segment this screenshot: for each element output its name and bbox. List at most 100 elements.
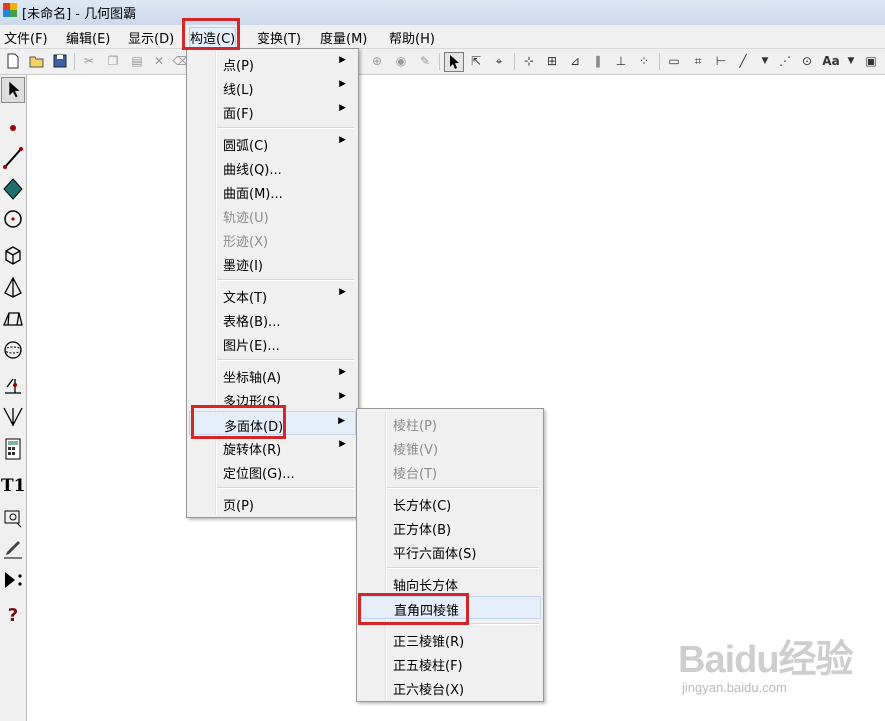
menu-bar: 文件(F) 编辑(E) 显示(D) 构造(C) 变换(T) 度量(M) 帮助(H… xyxy=(0,25,885,49)
menu-item-ink[interactable]: 墨迹(I) xyxy=(189,252,356,274)
construct-menu: 点(P) ▶ 线(L) ▶ 面(F) ▶ 圆弧(C) ▶ 曲线(Q)... 曲面(M).… xyxy=(186,48,359,518)
calculator-tool-icon[interactable] xyxy=(1,436,25,462)
submenu-item-pyramid[interactable]: 棱锥(V) xyxy=(359,436,541,458)
color-icon[interactable]: ▣ xyxy=(862,52,880,70)
menu-item-line[interactable]: 线(L) ▶ xyxy=(189,76,356,98)
intersection-icon[interactable]: ⊞ xyxy=(543,52,561,70)
picture-tool-icon[interactable] xyxy=(1,505,25,531)
animation-tool-icon[interactable] xyxy=(1,567,25,593)
menu-item-curve[interactable]: 曲线(Q)... xyxy=(189,156,356,178)
cube-tool-icon[interactable] xyxy=(1,243,25,269)
submenu-item-parallelepiped[interactable]: 平行六面体(S) xyxy=(359,540,541,562)
submenu-arrow-icon: ▶ xyxy=(339,135,346,145)
hide-icon[interactable]: ⌗ xyxy=(689,52,707,70)
submenu-item-axial-cuboid[interactable]: 轴向长方体 xyxy=(359,572,541,594)
submenu-arrow-icon: ▶ xyxy=(339,287,346,297)
menu-file[interactable]: 文件(F) xyxy=(4,28,48,47)
title-bar: [未命名] - 几何图霸 xyxy=(0,0,885,25)
submenu-item-regular-triangular-pyramid[interactable]: 正三棱锥(R) xyxy=(359,628,541,650)
menu-transform[interactable]: 变换(T) xyxy=(257,28,301,47)
animate-icon[interactable]: ◉ xyxy=(392,52,410,70)
tool-palette: T1 ? xyxy=(0,75,27,721)
menu-item-table[interactable]: 表格(B)... xyxy=(189,308,356,330)
submenu-arrow-icon: ▶ xyxy=(339,439,346,449)
menu-item-trace[interactable]: 形迹(X) xyxy=(189,228,356,250)
menu-item-arc[interactable]: 圆弧(C) ▶ xyxy=(189,132,356,154)
menu-item-picture[interactable]: 图片(E)... xyxy=(189,332,356,354)
menu-item-positioning-map[interactable]: 定位图(G)... xyxy=(189,460,356,482)
menu-item-solid-of-revolution[interactable]: 旋转体(R) ▶ xyxy=(189,436,356,458)
polygon-tool-icon[interactable] xyxy=(1,176,25,202)
pen-tool-icon[interactable] xyxy=(1,535,25,561)
delete-icon[interactable]: ✕ xyxy=(150,52,168,70)
submenu-arrow-icon: ▶ xyxy=(339,391,346,401)
label-icon[interactable]: ▭ xyxy=(665,52,683,70)
point-tool-icon[interactable] xyxy=(1,115,25,141)
watermark-brand: Baidu经验 xyxy=(678,639,854,681)
submenu-arrow-icon: ▶ xyxy=(339,367,346,377)
menu-item-curved-surface[interactable]: 曲面(M)... xyxy=(189,180,356,202)
watermark-url: jingyan.baidu.com xyxy=(682,680,787,695)
submenu-item-cuboid[interactable]: 长方体(C) xyxy=(359,492,541,514)
select-box-icon[interactable]: ⌖ xyxy=(490,52,508,70)
menu-edit[interactable]: 编辑(E) xyxy=(66,28,110,47)
select-arrow-icon[interactable] xyxy=(444,52,464,72)
help-tool[interactable]: ? xyxy=(1,603,25,629)
line-style-icon[interactable]: ╱ xyxy=(734,52,752,70)
menu-item-page[interactable]: 页(P) xyxy=(189,492,356,514)
highlight-frame-construct-menu xyxy=(182,18,240,50)
submenu-item-regular-hexagonal-frustum[interactable]: 正六棱台(X) xyxy=(359,676,541,698)
point-style-icon[interactable]: ⊙ xyxy=(798,52,816,70)
point-on-object-icon[interactable]: ⊹ xyxy=(520,52,538,70)
arrow-tool-icon[interactable] xyxy=(1,77,25,103)
pen-icon[interactable]: ✎ xyxy=(416,52,434,70)
perpendicular-icon[interactable]: ⊥ xyxy=(612,52,630,70)
grid-points-icon[interactable]: ⁘ xyxy=(635,52,653,70)
submenu-item-cube[interactable]: 正方体(B) xyxy=(359,516,541,538)
parallel-icon[interactable]: ∥ xyxy=(589,52,607,70)
highlight-frame-polyhedron-item xyxy=(191,405,286,439)
menu-item-text[interactable]: 文本(T) ▶ xyxy=(189,284,356,306)
menu-display[interactable]: 显示(D) xyxy=(128,28,174,47)
menu-item-surface[interactable]: 面(F) ▶ xyxy=(189,100,356,122)
submenu-item-prism[interactable]: 棱柱(P) xyxy=(359,412,541,434)
coordinate-icon[interactable]: ⊢ xyxy=(712,52,730,70)
toolbar: ✂ ❐ ▤ ✕ ⌫ ⊕ ◉ ✎ ⇱ ⌖ ⊹ ⊞ ⊿ ∥ ⊥ ⁘ ▭ ⌗ ⊢ ╱ … xyxy=(0,49,885,75)
submenu-item-regular-pentagonal-prism[interactable]: 正五棱柱(F) xyxy=(359,652,541,674)
midpoint-icon[interactable]: ⊿ xyxy=(566,52,584,70)
trace-icon[interactable]: ⊕ xyxy=(368,52,386,70)
font-dropdown-icon[interactable]: ▼ xyxy=(842,52,860,70)
segment-tool-icon[interactable] xyxy=(1,145,25,171)
app-logo-icon xyxy=(3,3,17,17)
open-folder-icon[interactable] xyxy=(28,52,46,70)
menu-item-axes[interactable]: 坐标轴(A) ▶ xyxy=(189,364,356,386)
submenu-arrow-icon: ▶ xyxy=(339,79,346,89)
circle-tool-icon[interactable] xyxy=(1,206,25,232)
function-graph-tool-icon[interactable] xyxy=(1,404,25,430)
polyhedron-submenu: 棱柱(P) 棱锥(V) 棱台(T) 长方体(C) 正方体(B) 平行六面体(S)… xyxy=(356,408,544,702)
menu-measure[interactable]: 度量(M) xyxy=(320,28,367,47)
font-button[interactable]: Aa xyxy=(820,52,842,70)
save-icon[interactable] xyxy=(51,52,69,70)
new-file-icon[interactable] xyxy=(4,52,22,70)
transform-tool-icon[interactable] xyxy=(1,373,25,399)
copy-icon[interactable]: ❐ xyxy=(104,52,122,70)
window-title: [未命名] - 几何图霸 xyxy=(22,7,137,22)
menu-help[interactable]: 帮助(H) xyxy=(389,28,435,47)
baidu-jingyan-watermark: Baidu经验 jingyan.baidu.com xyxy=(672,628,877,708)
menu-item-locus[interactable]: 轨迹(U) xyxy=(189,204,356,226)
line-style-dropdown-icon[interactable]: ▼ xyxy=(756,52,774,70)
frustum-tool-icon[interactable] xyxy=(1,307,25,333)
highlight-frame-right-square-pyramid xyxy=(358,593,469,625)
dotted-line-icon[interactable]: ⋰ xyxy=(776,52,794,70)
submenu-item-frustum[interactable]: 棱台(T) xyxy=(359,460,541,482)
select-point-icon[interactable]: ⇱ xyxy=(467,52,485,70)
pyramid-tool-icon[interactable] xyxy=(1,275,25,301)
submenu-arrow-icon: ▶ xyxy=(339,55,346,65)
cut-icon[interactable]: ✂ xyxy=(80,52,98,70)
text-tool[interactable]: T1 xyxy=(1,473,25,499)
submenu-arrow-icon: ▶ xyxy=(338,416,345,426)
paste-icon[interactable]: ▤ xyxy=(128,52,146,70)
menu-item-point[interactable]: 点(P) ▶ xyxy=(189,52,356,74)
sphere-tool-icon[interactable] xyxy=(1,337,25,363)
